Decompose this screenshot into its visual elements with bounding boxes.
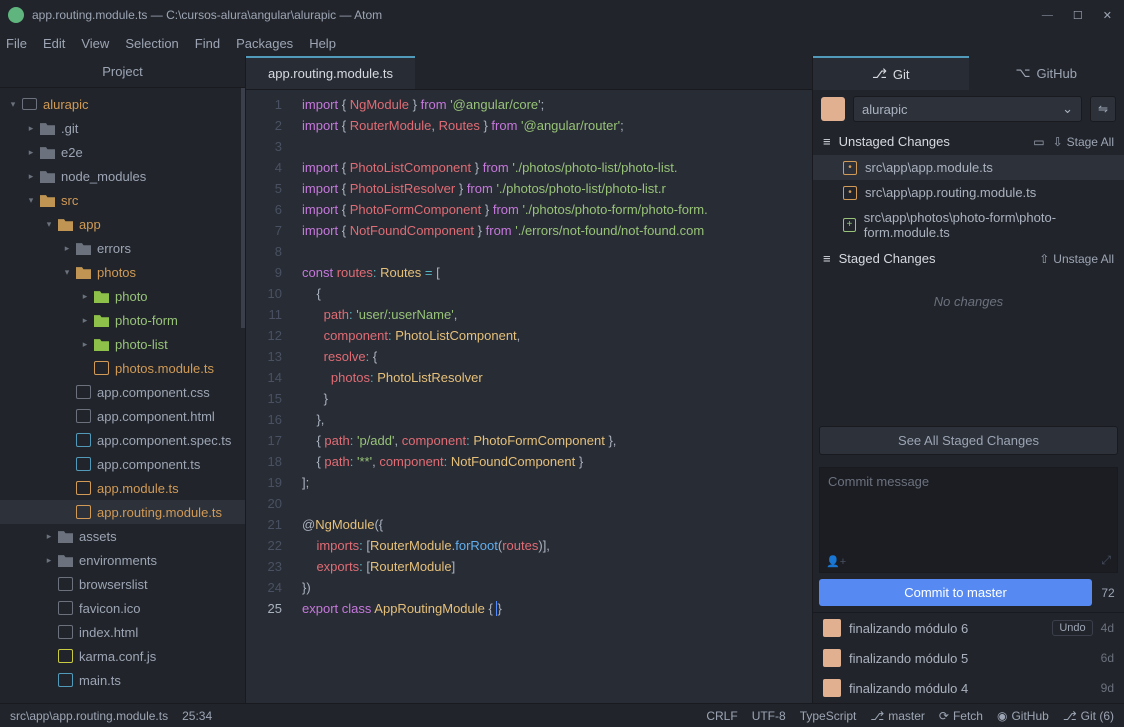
tree-folder-errors[interactable]: ▸errors: [0, 236, 245, 260]
commit-button[interactable]: Commit to master: [819, 579, 1092, 606]
tree-file-karma[interactable]: karma.conf.js: [0, 644, 245, 668]
github-icon: ⌥: [1016, 65, 1031, 81]
char-count: 72: [1098, 586, 1118, 600]
unstaged-file[interactable]: •src\app\app.module.ts: [813, 155, 1124, 180]
unstaged-file[interactable]: +src\app\photos\photo-form\photo-form.mo…: [813, 205, 1124, 245]
status-git-count[interactable]: ⎇Git (6): [1063, 709, 1114, 723]
commit-history-row[interactable]: finalizando módulo 6Undo4d: [813, 613, 1124, 643]
tree-folder-photo-list[interactable]: ▸photo-list: [0, 332, 245, 356]
see-all-staged-button[interactable]: See All Staged Changes: [819, 426, 1118, 455]
staged-header: Staged Changes: [839, 251, 936, 266]
tree-file-browserslist[interactable]: browserslist: [0, 572, 245, 596]
git-icon: ⎇: [1063, 709, 1077, 723]
menu-find[interactable]: Find: [195, 36, 220, 51]
avatar: [821, 97, 845, 121]
no-changes-label: No changes: [813, 272, 1124, 331]
branch-icon: ⎇: [870, 709, 884, 723]
unstaged-file[interactable]: •src\app\app.routing.module.ts: [813, 180, 1124, 205]
status-github[interactable]: ◉GitHub: [997, 709, 1049, 723]
tree-file-favicon[interactable]: favicon.ico: [0, 596, 245, 620]
commit-history-row[interactable]: finalizando módulo 49d: [813, 673, 1124, 703]
tree-root[interactable]: ▾alurapic: [0, 92, 245, 116]
status-fetch[interactable]: ⟳Fetch: [939, 709, 983, 723]
atom-icon: [8, 7, 24, 23]
tree-file-main-ts[interactable]: main.ts: [0, 668, 245, 692]
tree-file-app-css[interactable]: app.component.css: [0, 380, 245, 404]
editor-tab[interactable]: app.routing.module.ts: [246, 56, 415, 89]
tree-file-app-html[interactable]: app.component.html: [0, 404, 245, 428]
tree-folder-e2e[interactable]: ▸e2e: [0, 140, 245, 164]
tree-file-app-routing-module[interactable]: app.routing.module.ts: [0, 500, 245, 524]
menu-help[interactable]: Help: [309, 36, 336, 51]
tree-folder-node-modules[interactable]: ▸node_modules: [0, 164, 245, 188]
avatar: [823, 649, 841, 667]
window-title: app.routing.module.ts — C:\cursos-alura\…: [32, 8, 1042, 22]
staged-icon: ≡: [823, 251, 831, 266]
commit-history-row[interactable]: finalizando módulo 56d: [813, 643, 1124, 673]
code-content[interactable]: import { NgModule } from '@angular/core'…: [294, 90, 812, 703]
tree-file-app-spec[interactable]: app.component.spec.ts: [0, 428, 245, 452]
tree-file-photos-module[interactable]: photos.module.ts: [0, 356, 245, 380]
tree-folder-environments[interactable]: ▸environments: [0, 548, 245, 572]
avatar: [823, 619, 841, 637]
menu-packages[interactable]: Packages: [236, 36, 293, 51]
branch-selector[interactable]: alurapic⌄: [853, 96, 1082, 122]
tree-file-app-module[interactable]: app.module.ts: [0, 476, 245, 500]
status-crlf[interactable]: CRLF: [706, 709, 737, 723]
maximize-button[interactable]: ☐: [1073, 9, 1083, 22]
added-icon: +: [843, 218, 856, 232]
editor[interactable]: 1234567891011121314151617181920212223242…: [246, 90, 812, 703]
undo-button[interactable]: Undo: [1052, 620, 1092, 636]
tree-file-app-ts[interactable]: app.component.ts: [0, 452, 245, 476]
branch-action-button[interactable]: ⇋: [1090, 96, 1116, 122]
avatar: [823, 679, 841, 697]
status-encoding[interactable]: UTF-8: [752, 709, 786, 723]
tree-folder-photos[interactable]: ▾photos: [0, 260, 245, 284]
unstage-all-button[interactable]: ⇧Unstage All: [1039, 252, 1114, 266]
status-cursor[interactable]: 25:34: [182, 709, 212, 723]
tree-folder-photo-form[interactable]: ▸photo-form: [0, 308, 245, 332]
sync-icon: ⟳: [939, 709, 949, 723]
project-header: Project: [0, 56, 245, 88]
status-language[interactable]: TypeScript: [800, 709, 857, 723]
menu-selection[interactable]: Selection: [125, 36, 178, 51]
unstaged-icon: ≡: [823, 134, 831, 149]
chevron-down-icon: ⌄: [1062, 101, 1073, 117]
tree-folder-src[interactable]: ▾src: [0, 188, 245, 212]
github-tab[interactable]: ⌥GitHub: [969, 56, 1124, 90]
commit-message-input[interactable]: Commit message: [819, 467, 1118, 573]
github-icon: ◉: [997, 709, 1007, 723]
scrollbar[interactable]: [241, 88, 245, 328]
unstaged-header: Unstaged Changes: [839, 134, 950, 149]
tree-folder-photo[interactable]: ▸photo: [0, 284, 245, 308]
stage-all-button[interactable]: ⇩Stage All: [1053, 135, 1114, 149]
file-tree[interactable]: ▾alurapic ▸.git ▸e2e ▸node_modules ▾src …: [0, 88, 245, 703]
git-tab[interactable]: ⎇Git: [813, 56, 969, 90]
tree-file-index-html[interactable]: index.html: [0, 620, 245, 644]
tree-folder-app[interactable]: ▾app: [0, 212, 245, 236]
collapse-button[interactable]: ▭: [1033, 135, 1044, 149]
status-branch[interactable]: ⎇master: [870, 709, 925, 723]
status-path[interactable]: src\app\app.routing.module.ts: [10, 709, 168, 723]
close-button[interactable]: ✕: [1103, 9, 1112, 22]
modified-icon: •: [843, 161, 857, 175]
minimize-button[interactable]: —: [1042, 9, 1053, 22]
menu-view[interactable]: View: [81, 36, 109, 51]
gutter: 1234567891011121314151617181920212223242…: [246, 90, 294, 703]
menu-edit[interactable]: Edit: [43, 36, 65, 51]
menu-file[interactable]: File: [6, 36, 27, 51]
tree-folder-git[interactable]: ▸.git: [0, 116, 245, 140]
git-icon: ⎇: [872, 66, 887, 82]
tree-folder-assets[interactable]: ▸assets: [0, 524, 245, 548]
modified-icon: •: [843, 186, 857, 200]
